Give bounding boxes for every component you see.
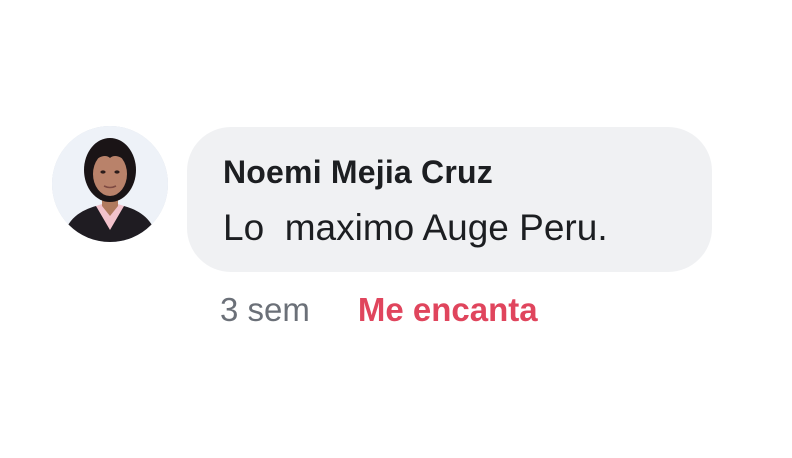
comment-text: Lo maximo Auge Peru. <box>223 207 608 248</box>
profile-photo <box>52 126 168 242</box>
avatar[interactable] <box>52 126 168 242</box>
reaction-button[interactable]: Me encanta <box>358 290 538 330</box>
comment-item: Noemi Mejia Cruz Lo maximo Auge Peru. 3 … <box>52 126 732 346</box>
comment-timestamp[interactable]: 3 sem <box>220 290 310 330</box>
comment-meta: 3 sem Me encanta <box>220 290 538 330</box>
comment-bubble: Noemi Mejia Cruz Lo maximo Auge Peru. <box>187 127 712 272</box>
comment-author[interactable]: Noemi Mejia Cruz <box>223 153 712 191</box>
